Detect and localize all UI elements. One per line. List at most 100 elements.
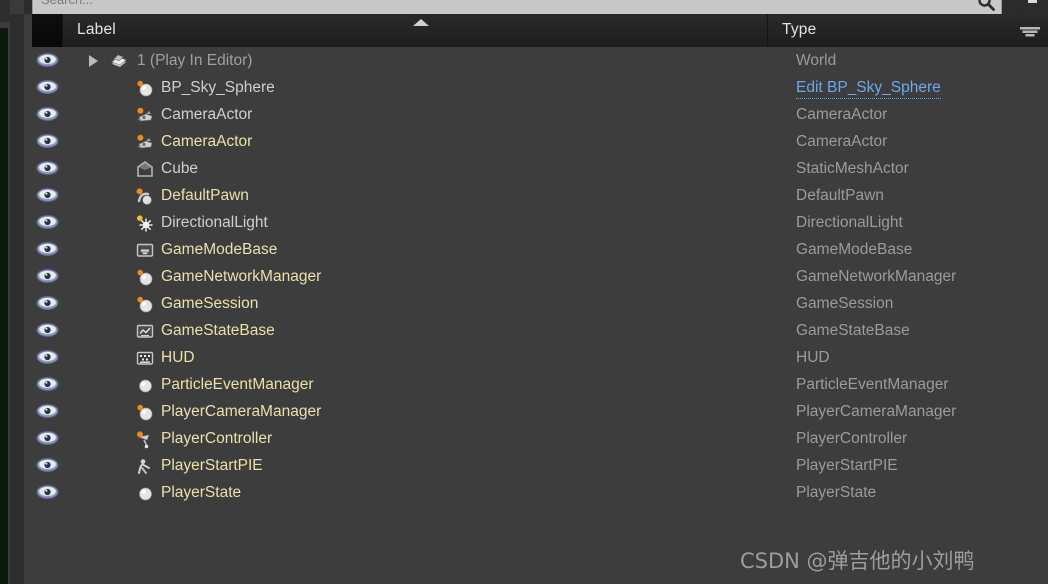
outliner-row[interactable]: GameModeBase GameModeBase — [32, 236, 1048, 263]
row-label-cell[interactable]: GameNetworkManager — [63, 263, 767, 290]
sphere-plain-icon — [135, 483, 155, 503]
row-visibility-toggle[interactable] — [32, 209, 62, 236]
row-label-cell[interactable]: PlayerState — [63, 479, 767, 506]
outliner-row[interactable]: GameStateBase GameStateBase — [32, 317, 1048, 344]
row-type-text: PlayerCameraManager — [796, 403, 957, 420]
eye-icon[interactable] — [36, 376, 59, 392]
row-visibility-toggle[interactable] — [32, 479, 62, 506]
eye-icon[interactable] — [36, 457, 59, 473]
outliner-row[interactable]: GameNetworkManager GameNetworkManager — [32, 263, 1048, 290]
edit-blueprint-link[interactable]: Edit BP_Sky_Sphere — [796, 78, 941, 99]
outliner-row[interactable]: DirectionalLight DirectionalLight — [32, 209, 1048, 236]
row-label-cell[interactable]: CameraActor — [63, 128, 767, 155]
row-label-cell[interactable]: DirectionalLight — [63, 209, 767, 236]
pawn-icon — [135, 186, 155, 206]
row-visibility-toggle[interactable] — [32, 371, 62, 398]
row-visibility-toggle[interactable] — [32, 398, 62, 425]
outliner-row[interactable]: DefaultPawn DefaultPawn — [32, 182, 1048, 209]
outliner-row-list: 1 (Play In Editor) World BP_Sky_Sphere Edit… — [32, 47, 1048, 584]
eye-icon[interactable] — [36, 430, 59, 446]
header-visibility-column[interactable] — [32, 14, 63, 47]
row-type-cell: HUD — [768, 344, 1048, 371]
row-type-cell: PlayerStartPIE — [768, 452, 1048, 479]
row-type-text: DirectionalLight — [796, 214, 903, 231]
outliner-row[interactable]: CameraActor CameraActor — [32, 128, 1048, 155]
row-label-cell[interactable]: Cube — [63, 155, 767, 182]
row-type-text: CameraActor — [796, 106, 888, 123]
search-icon[interactable] — [977, 0, 995, 11]
row-type-cell[interactable]: Edit BP_Sky_Sphere — [768, 74, 1048, 101]
outliner-row[interactable]: CameraActor CameraActor — [32, 101, 1048, 128]
row-label-cell[interactable]: PlayerController — [63, 425, 767, 452]
sphere-icon — [135, 402, 155, 422]
row-label-cell[interactable]: GameStateBase — [63, 317, 767, 344]
eye-icon[interactable] — [36, 133, 59, 149]
outliner-row[interactable]: PlayerStartPIE PlayerStartPIE — [32, 452, 1048, 479]
row-label-text: BP_Sky_Sphere — [161, 79, 275, 96]
static-mesh-icon — [135, 159, 155, 179]
row-visibility-toggle[interactable] — [32, 182, 62, 209]
unreal-world-outliner-panel: Search... Label Type — [0, 0, 1048, 584]
row-label-cell[interactable]: DefaultPawn — [63, 182, 767, 209]
row-visibility-toggle[interactable] — [32, 452, 62, 479]
row-label-text: CameraActor — [161, 106, 253, 123]
eye-icon[interactable] — [36, 403, 59, 419]
outliner-row[interactable]: 1 (Play In Editor) World — [32, 47, 1048, 74]
row-label-cell[interactable]: CameraActor — [63, 101, 767, 128]
sphere-plain-icon — [135, 375, 155, 395]
eye-icon[interactable] — [36, 295, 59, 311]
row-label-cell[interactable]: PlayerStartPIE — [63, 452, 767, 479]
eye-icon[interactable] — [36, 187, 59, 203]
row-visibility-toggle[interactable] — [32, 101, 62, 128]
row-label-cell[interactable]: GameSession — [63, 290, 767, 317]
row-label-cell[interactable]: HUD — [63, 344, 767, 371]
header-type-column[interactable]: Type — [768, 14, 1048, 47]
outliner-row[interactable]: GameSession GameSession — [32, 290, 1048, 317]
row-label-cell[interactable]: 1 (Play In Editor) — [63, 47, 767, 74]
row-label-text: PlayerStartPIE — [161, 457, 263, 474]
outliner-row[interactable]: PlayerController PlayerController — [32, 425, 1048, 452]
eye-icon[interactable] — [36, 349, 59, 365]
row-label-text: CameraActor — [161, 133, 253, 150]
row-visibility-toggle[interactable] — [32, 317, 62, 344]
disclosure-triangle-icon[interactable] — [89, 55, 98, 67]
eye-icon[interactable] — [36, 241, 59, 257]
row-label-cell[interactable]: PlayerCameraManager — [63, 398, 767, 425]
row-visibility-toggle[interactable] — [32, 425, 62, 452]
outliner-row[interactable]: BP_Sky_Sphere Edit BP_Sky_Sphere — [32, 74, 1048, 101]
eye-icon[interactable] — [36, 160, 59, 176]
eye-icon[interactable] — [36, 484, 59, 500]
header-label-column[interactable]: Label — [63, 14, 768, 47]
row-visibility-toggle[interactable] — [32, 263, 62, 290]
row-label-cell[interactable]: GameModeBase — [63, 236, 767, 263]
row-visibility-toggle[interactable] — [32, 47, 62, 74]
filter-icon[interactable] — [1020, 26, 1040, 38]
row-label-cell[interactable]: ParticleEventManager — [63, 371, 767, 398]
row-type-text: CameraActor — [796, 133, 888, 150]
row-label-cell[interactable]: BP_Sky_Sphere — [63, 74, 767, 101]
eye-icon[interactable] — [36, 268, 59, 284]
outliner-row[interactable]: PlayerCameraManager PlayerCameraManager — [32, 398, 1048, 425]
row-visibility-toggle[interactable] — [32, 128, 62, 155]
outliner-row[interactable]: Cube StaticMeshActor — [32, 155, 1048, 182]
outliner-row[interactable]: ParticleEventManager ParticleEventManager — [32, 371, 1048, 398]
row-visibility-toggle[interactable] — [32, 74, 62, 101]
eye-icon[interactable] — [36, 106, 59, 122]
outliner-row[interactable]: PlayerState PlayerState — [32, 479, 1048, 506]
editor-chrome-left-top — [0, 0, 10, 22]
sort-ascending-icon[interactable] — [413, 19, 429, 26]
row-visibility-toggle[interactable] — [32, 344, 62, 371]
eye-icon[interactable] — [36, 52, 59, 68]
player-start-icon — [135, 456, 155, 476]
row-type-cell: PlayerController — [768, 425, 1048, 452]
toolbar-extra-icon[interactable] — [1026, 0, 1044, 10]
eye-icon[interactable] — [36, 214, 59, 230]
row-visibility-toggle[interactable] — [32, 290, 62, 317]
eye-icon[interactable] — [36, 322, 59, 338]
row-type-text: StaticMeshActor — [796, 160, 909, 177]
row-visibility-toggle[interactable] — [32, 155, 62, 182]
outliner-row[interactable]: HUD HUD — [32, 344, 1048, 371]
row-type-text: GameModeBase — [796, 241, 913, 258]
row-visibility-toggle[interactable] — [32, 236, 62, 263]
eye-icon[interactable] — [36, 79, 59, 95]
